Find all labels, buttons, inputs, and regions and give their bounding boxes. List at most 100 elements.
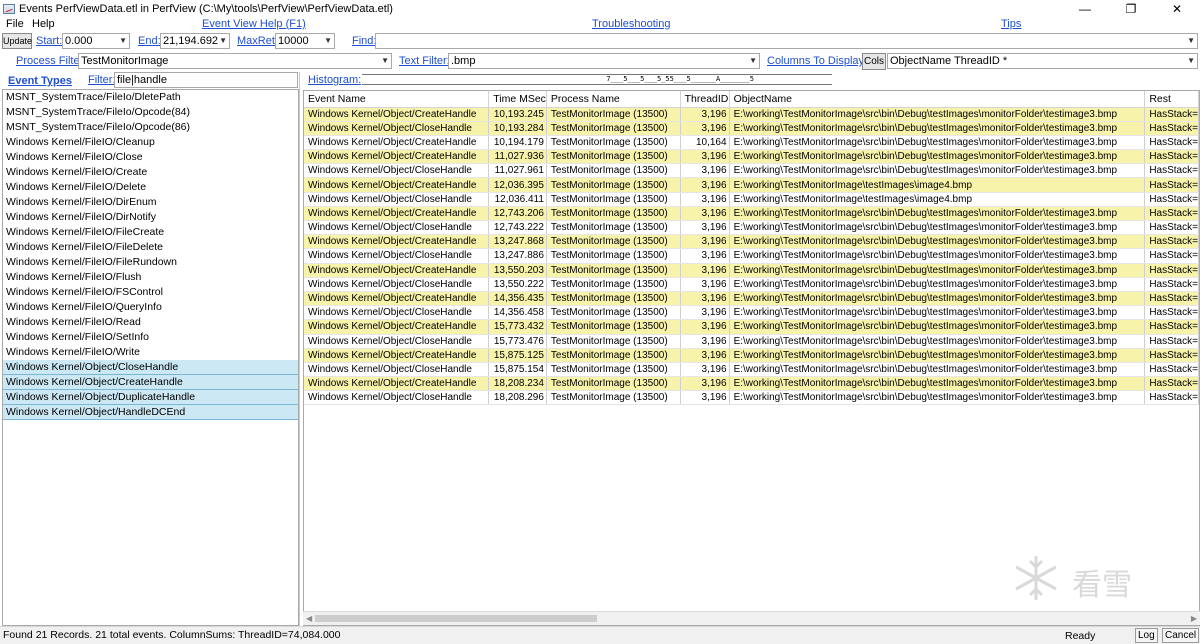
event-type-item[interactable]: Windows Kernel/FileIO/QueryInfo — [3, 300, 298, 315]
process-filter-value: TestMonitorImage — [81, 55, 169, 67]
column-header[interactable]: Rest — [1144, 91, 1199, 108]
table-row[interactable]: Windows Kernel/Object/CreateHandle 14,356… — [304, 291, 1199, 307]
table-row[interactable]: Windows Kernel/Object/CreateHandle 13,247… — [304, 234, 1199, 250]
event-type-item[interactable]: Windows Kernel/FileIO/FSControl — [3, 285, 298, 300]
event-types-label[interactable]: Event Types — [8, 73, 72, 89]
table-row[interactable]: Windows Kernel/Object/CreateHandle 18,208… — [304, 376, 1199, 392]
event-type-item[interactable]: Windows Kernel/Object/DuplicateHandle — [3, 390, 298, 405]
scroll-right-icon[interactable]: ▶ — [1191, 612, 1197, 626]
table-row[interactable]: Windows Kernel/Object/CloseHandle 10,193.… — [304, 121, 1199, 136]
table-row[interactable]: Windows Kernel/Object/CreateHandle 10,193… — [304, 107, 1199, 122]
table-row[interactable]: Windows Kernel/Object/CloseHandle 13,247.… — [304, 248, 1199, 264]
event-type-item[interactable]: Windows Kernel/Object/HandleDCEnd — [3, 405, 298, 420]
table-row[interactable]: Windows Kernel/Object/CloseHandle 15,875.… — [304, 362, 1199, 378]
table-row[interactable]: Windows Kernel/Object/CreateHandle 11,027… — [304, 149, 1199, 165]
events-grid[interactable]: Event Name Time MSec Process Name ThreadID O… — [303, 90, 1200, 626]
log-button[interactable]: Log — [1135, 628, 1158, 643]
columns-combo[interactable]: ObjectName ThreadID * ▼ — [887, 53, 1198, 69]
event-type-item[interactable]: Windows Kernel/FileIO/FileDelete — [3, 240, 298, 255]
cols-button[interactable]: Cols — [862, 53, 886, 70]
start-label[interactable]: Start: — [36, 33, 62, 49]
text-filter-label[interactable]: Text Filter: — [399, 53, 450, 69]
histogram-label[interactable]: Histogram: — [308, 72, 361, 88]
event-type-item[interactable]: MSNT_SystemTrace/FileIo/Opcode(84) — [3, 105, 298, 120]
table-row[interactable]: Windows Kernel/Object/CloseHandle 18,208.… — [304, 390, 1199, 406]
cell-object: E:\working\TestMonitorImage\src\bin\Debu… — [729, 135, 1146, 151]
minimize-button[interactable]: — — [1062, 0, 1108, 18]
cell-process: TestMonitorImage (13500) — [546, 362, 681, 378]
event-types-list[interactable]: MSNT_SystemTrace/FileIo/DletePath MSNT_Sy… — [2, 89, 299, 626]
table-row[interactable]: Windows Kernel/Object/CloseHandle 13,550.… — [304, 277, 1199, 292]
chevron-down-icon: ▼ — [381, 56, 389, 65]
event-type-item[interactable]: Windows Kernel/FileIO/Cleanup — [3, 135, 298, 150]
table-row[interactable]: Windows Kernel/Object/CloseHandle 11,027.… — [304, 163, 1199, 179]
event-type-item[interactable]: Windows Kernel/FileIO/Create — [3, 165, 298, 180]
update-button[interactable]: Update — [2, 33, 32, 49]
scrollbar-thumb[interactable] — [315, 615, 597, 622]
table-row[interactable]: Windows Kernel/Object/CloseHandle 15,773.… — [304, 334, 1199, 349]
event-type-item[interactable]: Windows Kernel/FileIO/DirNotify — [3, 210, 298, 225]
chevron-down-icon: ▼ — [1187, 56, 1195, 65]
table-row[interactable]: Windows Kernel/Object/CreateHandle 12,743… — [304, 206, 1199, 222]
event-type-item[interactable]: Windows Kernel/FileIO/Delete — [3, 180, 298, 195]
find-combo[interactable]: ▼ — [375, 33, 1198, 49]
text-filter-combo[interactable]: .bmp ▼ — [448, 53, 760, 69]
event-type-item[interactable]: Windows Kernel/FileIO/DirEnum — [3, 195, 298, 210]
table-row[interactable]: Windows Kernel/Object/CloseHandle 12,743.… — [304, 220, 1199, 236]
table-row[interactable]: Windows Kernel/Object/CloseHandle 12,036.… — [304, 192, 1199, 207]
column-header[interactable]: ThreadID — [680, 91, 730, 108]
end-value: 21,194.692 — [163, 35, 219, 47]
cancel-button[interactable]: Cancel — [1162, 628, 1200, 643]
column-header[interactable]: ObjectName — [729, 91, 1146, 108]
histogram-bar: 7___5___5___5_55___5______A_______5 — [362, 74, 832, 85]
menu-help[interactable]: Help — [32, 18, 55, 30]
cell-event: Windows Kernel/Object/CloseHandle — [304, 121, 490, 136]
tips-link[interactable]: Tips — [1001, 18, 1021, 30]
cell-rest: HasStack= — [1144, 135, 1199, 151]
maxret-label[interactable]: MaxRet: — [237, 33, 278, 49]
event-type-item[interactable]: Windows Kernel/FileIO/SetInfo — [3, 330, 298, 345]
event-type-item[interactable]: Windows Kernel/FileIO/Read — [3, 315, 298, 330]
maximize-button[interactable]: ❐ — [1108, 0, 1154, 18]
event-type-item[interactable]: Windows Kernel/FileIO/Close — [3, 150, 298, 165]
cell-object: E:\working\TestMonitorImage\src\bin\Debu… — [729, 248, 1146, 264]
table-row[interactable]: Windows Kernel/Object/CreateHandle 10,194… — [304, 135, 1199, 151]
column-header[interactable]: Time MSec — [488, 91, 547, 108]
process-filter-label[interactable]: Process Filter: — [16, 53, 86, 69]
end-combo[interactable]: 21,194.692 ▼ — [160, 33, 230, 49]
start-combo[interactable]: 0.000 ▼ — [62, 33, 130, 49]
event-type-item[interactable]: Windows Kernel/FileIO/Flush — [3, 270, 298, 285]
columns-to-display-label[interactable]: Columns To Display: — [767, 53, 867, 69]
cell-thread: 3,196 — [680, 319, 730, 335]
event-type-item[interactable]: MSNT_SystemTrace/FileIo/Opcode(86) — [3, 120, 298, 135]
cell-time: 15,875.125 — [488, 348, 547, 363]
event-type-item[interactable]: Windows Kernel/FileIO/FileRundown — [3, 255, 298, 270]
cell-process: TestMonitorImage (13500) — [546, 248, 681, 264]
column-header[interactable]: Process Name — [546, 91, 681, 108]
end-label[interactable]: End: — [138, 33, 161, 49]
table-row[interactable]: Windows Kernel/Object/CreateHandle 13,550… — [304, 263, 1199, 278]
event-filter-label[interactable]: Filter: — [88, 72, 116, 88]
event-type-item[interactable]: Windows Kernel/Object/CreateHandle — [3, 375, 298, 390]
process-filter-combo[interactable]: TestMonitorImage ▼ — [78, 53, 392, 69]
event-type-item[interactable]: Windows Kernel/FileIO/FileCreate — [3, 225, 298, 240]
cell-time: 13,247.886 — [488, 248, 547, 264]
event-type-item[interactable]: Windows Kernel/Object/CloseHandle — [3, 360, 298, 375]
table-row[interactable]: Windows Kernel/Object/CreateHandle 12,036… — [304, 177, 1199, 193]
table-row[interactable]: Windows Kernel/Object/CreateHandle 15,773… — [304, 319, 1199, 335]
maxret-combo[interactable]: 10000 ▼ — [275, 33, 335, 49]
close-button[interactable]: ✕ — [1154, 0, 1200, 18]
event-filter-input[interactable]: file|handle — [114, 72, 298, 88]
cell-rest: HasStack= — [1144, 248, 1199, 264]
table-row[interactable]: Windows Kernel/Object/CloseHandle 14,356.… — [304, 305, 1199, 321]
find-label[interactable]: Find: — [352, 33, 376, 49]
event-type-item[interactable]: Windows Kernel/FileIO/Write — [3, 345, 298, 360]
scroll-left-icon[interactable]: ◀ — [306, 612, 312, 626]
table-row[interactable]: Windows Kernel/Object/CreateHandle 15,875… — [304, 348, 1199, 363]
event-type-item[interactable]: MSNT_SystemTrace/FileIo/DletePath — [3, 90, 298, 105]
cell-event: Windows Kernel/Object/CloseHandle — [304, 277, 490, 292]
menu-file[interactable]: File — [6, 18, 24, 30]
troubleshooting-link[interactable]: Troubleshooting — [592, 18, 670, 30]
column-header[interactable]: Event Name — [304, 91, 490, 108]
event-view-help-link[interactable]: Event View Help (F1) — [202, 18, 306, 30]
